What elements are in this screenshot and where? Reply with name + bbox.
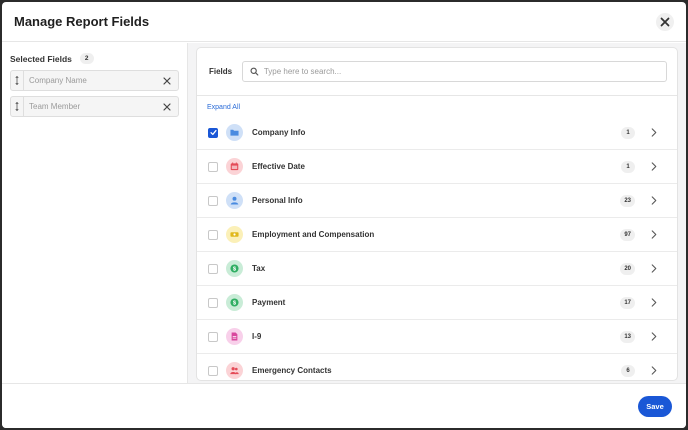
category-label: I-9 bbox=[252, 332, 262, 341]
category-checkbox[interactable] bbox=[208, 229, 218, 240]
category-checkbox[interactable] bbox=[208, 161, 218, 172]
category-count-badge: 1 bbox=[621, 126, 635, 139]
dollar-icon: $ bbox=[226, 260, 243, 277]
category-checkbox[interactable] bbox=[208, 365, 218, 376]
modal-footer: Save bbox=[2, 383, 686, 428]
remove-field-button[interactable] bbox=[160, 100, 174, 114]
chevron-right-icon bbox=[651, 298, 657, 307]
category-count-badge: 20 bbox=[620, 262, 635, 275]
expand-all-link[interactable]: Expand All bbox=[197, 96, 677, 116]
field-category-row[interactable]: I-9 13 bbox=[197, 320, 677, 354]
document-icon bbox=[226, 328, 243, 345]
category-checkbox[interactable] bbox=[208, 195, 218, 206]
field-category-row[interactable]: Emergency Contacts 6 bbox=[197, 354, 677, 380]
category-count-badge: 6 bbox=[621, 364, 635, 377]
category-count-badge: 97 bbox=[620, 228, 635, 241]
chevron-right-icon bbox=[651, 196, 657, 205]
modal-title: Manage Report Fields bbox=[14, 14, 150, 29]
expand-category-button[interactable] bbox=[648, 365, 660, 377]
selected-field-label: Team Member bbox=[29, 102, 81, 111]
field-category-row[interactable]: Effective Date 1 bbox=[197, 150, 677, 184]
fields-label: Fields bbox=[209, 67, 233, 76]
search-icon bbox=[250, 67, 259, 76]
chevron-right-icon bbox=[651, 332, 657, 341]
search-input[interactable] bbox=[263, 67, 666, 76]
drag-handle[interactable] bbox=[11, 71, 24, 90]
save-button[interactable]: Save bbox=[638, 396, 672, 417]
close-button[interactable] bbox=[656, 13, 674, 31]
field-category-row[interactable]: $ Payment 17 bbox=[197, 286, 677, 320]
chevron-right-icon bbox=[651, 366, 657, 375]
remove-field-button[interactable] bbox=[160, 74, 174, 88]
drag-handle[interactable] bbox=[11, 97, 24, 116]
chevron-right-icon bbox=[651, 128, 657, 137]
selected-field-label: Company Name bbox=[29, 76, 87, 85]
field-category-row[interactable]: $ Tax 20 bbox=[197, 252, 677, 286]
selected-fields-title: Selected Fields bbox=[10, 53, 72, 64]
drag-handle-icon bbox=[15, 102, 19, 111]
expand-category-button[interactable] bbox=[648, 229, 660, 241]
close-icon bbox=[660, 17, 670, 27]
category-label: Emergency Contacts bbox=[252, 366, 332, 375]
category-label: Payment bbox=[252, 298, 286, 307]
selected-field-item[interactable]: Team Member bbox=[10, 96, 179, 117]
modal-header: Manage Report Fields bbox=[2, 2, 686, 42]
expand-category-button[interactable] bbox=[648, 297, 660, 309]
money-card-icon bbox=[226, 226, 243, 243]
folder-icon bbox=[226, 124, 243, 141]
field-category-row[interactable]: Employment and Compensation 97 bbox=[197, 218, 677, 252]
field-category-row[interactable]: Company Info 1 bbox=[197, 116, 677, 150]
category-count-badge: 1 bbox=[621, 160, 635, 173]
category-checkbox[interactable] bbox=[208, 263, 218, 274]
selected-field-item[interactable]: Company Name bbox=[10, 70, 179, 91]
chevron-right-icon bbox=[651, 162, 657, 171]
fields-panel: Fields Expand All Company Info 1 Effecti… bbox=[196, 47, 678, 381]
expand-category-button[interactable] bbox=[648, 263, 660, 275]
selected-count-badge: 2 bbox=[79, 53, 94, 64]
drag-handle-icon bbox=[15, 76, 19, 85]
category-label: Tax bbox=[252, 264, 266, 273]
category-checkbox[interactable] bbox=[208, 297, 218, 308]
person-icon bbox=[226, 192, 243, 209]
field-category-row[interactable]: Personal Info 23 bbox=[197, 184, 677, 218]
manage-report-fields-modal: Manage Report Fields Selected Fields 2 C… bbox=[2, 2, 686, 428]
category-label: Company Info bbox=[252, 128, 306, 137]
calendar-icon bbox=[226, 158, 243, 175]
expand-category-button[interactable] bbox=[648, 195, 660, 207]
category-label: Personal Info bbox=[252, 196, 303, 205]
category-count-badge: 17 bbox=[620, 296, 635, 309]
close-icon bbox=[163, 76, 171, 85]
category-label: Effective Date bbox=[252, 162, 305, 171]
category-count-badge: 13 bbox=[620, 330, 635, 343]
category-checkbox[interactable] bbox=[208, 127, 218, 138]
chevron-right-icon bbox=[651, 230, 657, 239]
category-count-badge: 23 bbox=[620, 194, 635, 207]
category-checkbox[interactable] bbox=[208, 331, 218, 342]
expand-category-button[interactable] bbox=[648, 161, 660, 173]
category-label: Employment and Compensation bbox=[252, 230, 375, 239]
search-box bbox=[242, 61, 667, 82]
selected-fields-panel: Selected Fields 2 Company Name Team Memb… bbox=[2, 43, 188, 383]
dollar-icon: $ bbox=[226, 294, 243, 311]
chevron-right-icon bbox=[651, 264, 657, 273]
close-icon bbox=[163, 102, 171, 111]
checkmark-icon bbox=[209, 129, 217, 136]
people-icon bbox=[226, 362, 243, 379]
expand-category-button[interactable] bbox=[648, 127, 660, 139]
expand-category-button[interactable] bbox=[648, 331, 660, 343]
